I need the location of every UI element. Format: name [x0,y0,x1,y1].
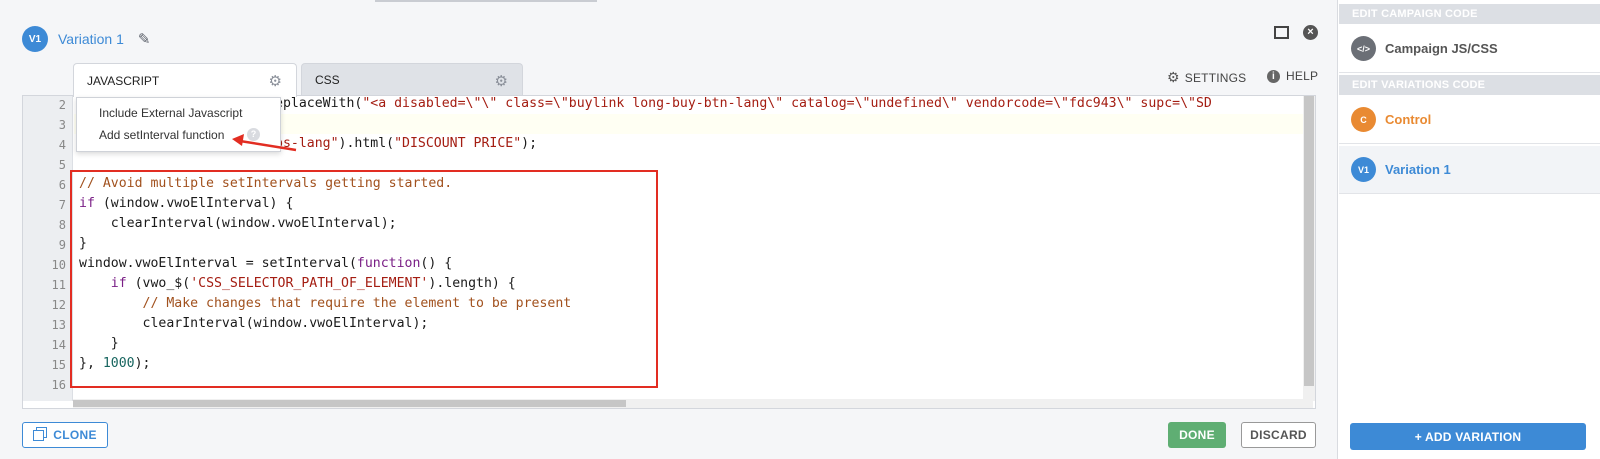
section-header-campaign: EDIT CAMPAIGN CODE [1339,4,1600,24]
menu-item-include-external-js[interactable]: Include External Javascript [99,106,242,120]
highlight-annotation-box [70,170,658,388]
menu-item-add-setinterval[interactable]: Add setInterval function [99,128,224,142]
help-button[interactable]: i HELP [1267,69,1318,83]
clone-label: CLONE [53,428,97,442]
code-icon: </> [1351,36,1376,61]
sidebar-item-label: Control [1385,112,1432,127]
sidebar-item-control[interactable]: C Control [1339,96,1600,144]
settings-button[interactable]: ⚙ SETTINGS [1167,69,1246,86]
line-number: 8 [58,218,66,232]
variation-header: V1 Variation 1 ✎ [22,26,150,52]
line-number: 15 [51,358,66,372]
discard-button[interactable]: DISCARD [1241,422,1316,448]
line-number-gutter: 2 3 4 5 6 7 8 9 10 11 12 13 14 15 16 [23,96,73,401]
control-badge: C [1351,107,1376,132]
gear-icon[interactable]: ⚙ [495,72,508,90]
tab-css[interactable]: CSS ⚙ [301,63,523,95]
code-line: eplaceWith("<a disabled=\"\" class=\"buy… [275,96,1212,111]
tab-javascript-label: JAVASCRIPT [87,73,160,88]
line-number: 12 [51,298,66,312]
maximize-icon[interactable] [1274,26,1289,39]
code-editor-panel: V1 Variation 1 ✎ × JAVASCRIPT ⚙ CSS ⚙ ⚙ … [0,0,1338,459]
line-number: 7 [58,198,66,212]
add-variation-button[interactable]: + ADD VARIATION [1350,423,1586,450]
sidebar-item-label: Variation 1 [1385,162,1451,177]
line-number: 9 [58,238,66,252]
gear-icon[interactable]: ⚙ [269,72,282,90]
scrollbar-thumb[interactable] [1304,96,1314,386]
settings-label: SETTINGS [1184,70,1247,85]
line-number: 3 [58,118,66,132]
line-number: 4 [58,138,66,152]
info-icon: i [1267,69,1280,83]
close-icon[interactable]: × [1303,25,1318,40]
app-root: V1 Variation 1 ✎ × JAVASCRIPT ⚙ CSS ⚙ ⚙ … [0,0,1600,459]
line-number: 2 [58,98,66,112]
clone-icon [33,429,45,441]
line-number: 14 [51,338,66,352]
variation-badge: V1 [1351,157,1376,182]
pencil-icon[interactable]: ✎ [138,30,151,48]
done-button[interactable]: DONE [1168,422,1226,448]
horizontal-scrollbar[interactable] [73,399,1313,408]
variation-badge: V1 [22,26,48,52]
tab-css-label: CSS [315,72,340,87]
scrollbar-thumb[interactable] [73,400,626,407]
variation-title: Variation 1 [58,31,124,47]
line-number: 11 [51,278,66,292]
top-edge-line [375,0,597,2]
line-number: 16 [51,378,66,392]
line-number: 10 [51,258,66,272]
gear-icon: ⚙ [1167,69,1180,85]
vertical-scrollbar[interactable] [1303,96,1315,401]
help-label: HELP [1286,69,1319,83]
line-number: 13 [51,318,66,332]
code-line: ps-lang").html("DISCOUNT PRICE"); [275,136,538,151]
sidebar-item-campaign-js-css[interactable]: </> Campaign JS/CSS [1339,25,1600,73]
annotation-arrow-icon [232,134,297,152]
sidebar-item-label: Campaign JS/CSS [1385,41,1498,56]
section-header-variations: EDIT VARIATIONS CODE [1339,75,1600,95]
clone-button[interactable]: CLONE [22,422,108,448]
line-number: 5 [58,158,66,172]
sidebar: EDIT CAMPAIGN CODE </> Campaign JS/CSS E… [1339,0,1600,459]
tab-javascript[interactable]: JAVASCRIPT ⚙ [73,63,297,97]
line-number: 6 [58,178,66,192]
sidebar-item-variation-1[interactable]: V1 Variation 1 [1339,146,1600,194]
